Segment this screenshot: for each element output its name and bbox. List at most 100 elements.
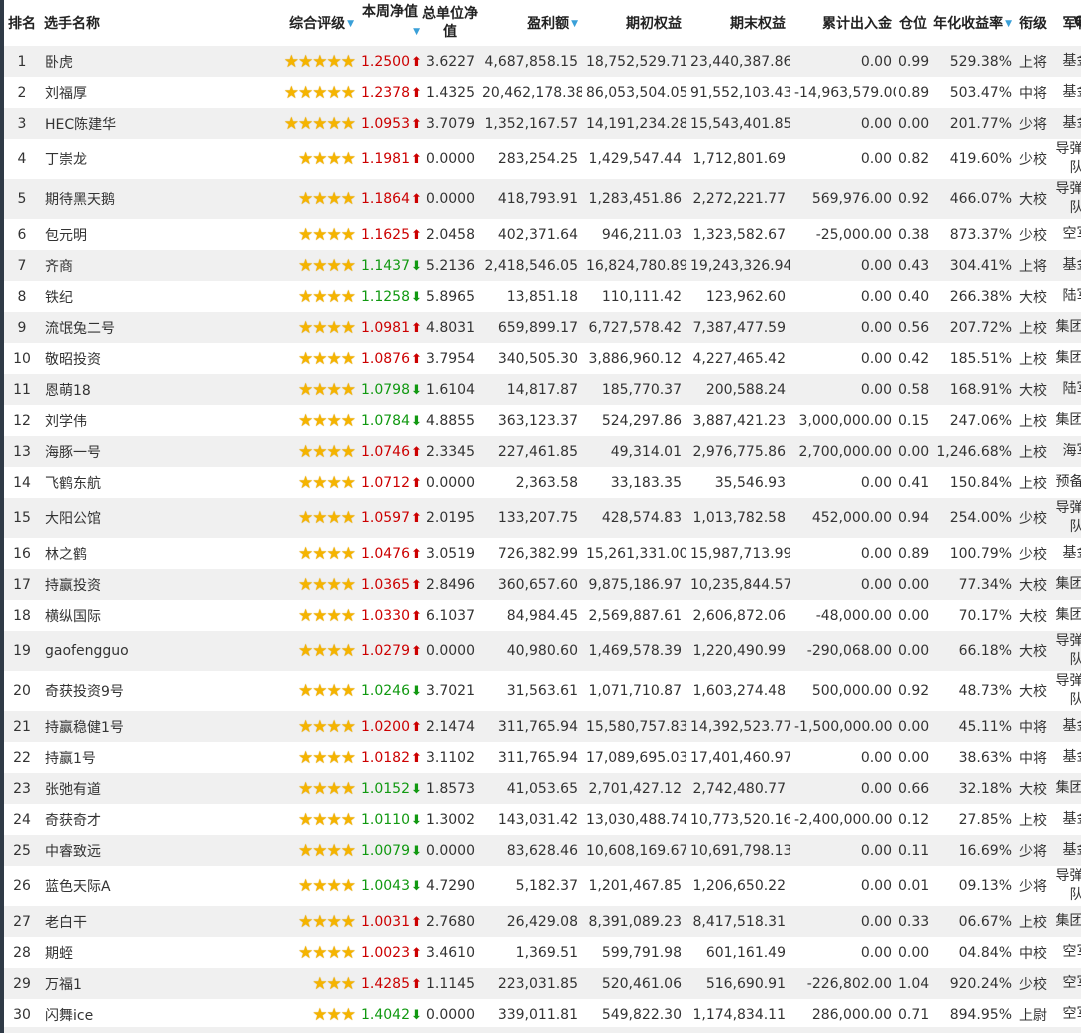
- sort-down-icon[interactable]: ▼: [1005, 19, 1012, 29]
- star-icon: ★: [312, 189, 327, 209]
- position-cell: 0.15: [898, 412, 930, 429]
- close-equity-cell: 91,552,103.43: [690, 84, 790, 101]
- player-name-link[interactable]: 蓝色天际A: [40, 866, 216, 906]
- table-row[interactable]: 5 期待黑天鹅 ★★★★ 1.1864⬆ 0.0000 418,793.91 1,283,4…: [4, 179, 1081, 219]
- star-icon: ★: [312, 82, 327, 103]
- header-profit[interactable]: 盈利额 ▼: [478, 0, 582, 46]
- player-name-link[interactable]: 齐商: [40, 250, 216, 281]
- player-name-link[interactable]: 奇获奇才: [40, 804, 216, 835]
- week-nav-cell: 1.0031⬆: [358, 906, 422, 937]
- star-icon: ★: [312, 348, 327, 369]
- player-name-link[interactable]: 丁崇龙: [40, 139, 216, 179]
- player-name-link[interactable]: 中睿致远: [40, 835, 216, 866]
- table-row[interactable]: 15 大阳公馆 ★★★★ 1.0597⬆ 2.0195 133,207.75 428,574…: [4, 498, 1081, 538]
- header-rank[interactable]: 排名: [4, 0, 40, 46]
- sort-down-icon[interactable]: ▼: [347, 19, 354, 29]
- player-name-link[interactable]: 流氓兔二号: [40, 312, 216, 343]
- player-name-link[interactable]: 恩萌18: [40, 374, 216, 405]
- rating-stars: ★★★★: [216, 835, 358, 866]
- table-row[interactable]: 7 齐商 ★★★★ 1.1437⬇ 5.2136 2,418,546.05 16,824,7…: [4, 250, 1081, 281]
- player-name-link[interactable]: 铁纪: [40, 281, 216, 312]
- rating-stars: ★★★★: [216, 742, 358, 773]
- table-row[interactable]: 19 gaofengguo ★★★★ 1.0279⬆ 0.0000 40,980.60 1,…: [4, 631, 1081, 671]
- star-icon: ★: [326, 1004, 342, 1025]
- table-row[interactable]: 13 海豚一号 ★★★★ 1.0746⬆ 2.3345 227,461.85 49,314.…: [4, 436, 1081, 467]
- header-open-equity[interactable]: 期初权益: [582, 0, 686, 46]
- sort-down-icon[interactable]: ▼: [571, 19, 578, 29]
- table-row[interactable]: 25 中睿致远 ★★★★ 1.0079⬇ 0.0000 83,628.46 10,608,1…: [4, 835, 1081, 866]
- table-row[interactable]: 8 铁纪 ★★★★ 1.1258⬇ 5.8965 13,851.18 110,111.42 1…: [4, 281, 1081, 312]
- table-row[interactable]: 1 卧虎 ★★★★★ 1.2500⬆ 3.6227 4,687,858.15 18,752,…: [4, 46, 1081, 77]
- arm-cell: 集团军: [1055, 412, 1081, 428]
- header-name[interactable]: 选手名称: [40, 0, 216, 46]
- player-name-link[interactable]: 刘福厚: [40, 77, 216, 108]
- table-row[interactable]: 26 蓝色天际A ★★★★ 1.0043⬇ 4.7290 5,182.37 1,201,46…: [4, 866, 1081, 906]
- sort-down-icon[interactable]: ▼: [362, 28, 422, 37]
- table-row[interactable]: 30 闪舞ice ★★★ 1.4042⬇ 0.0000 339,011.81 549,822…: [4, 999, 1081, 1030]
- table-row[interactable]: 28 期蛭 ★★★★ 1.0023⬆ 3.4610 1,369.51 599,791.98 6…: [4, 937, 1081, 968]
- header-rating[interactable]: 综合评级 ▼: [216, 0, 358, 46]
- table-row[interactable]: 23 张弛有道 ★★★★ 1.0152⬇ 1.8573 41,053.65 2,701,42…: [4, 773, 1081, 804]
- star-icon: ★: [312, 574, 327, 595]
- player-name-link[interactable]: 大阳公馆: [40, 498, 216, 538]
- player-name-link[interactable]: 卧虎: [40, 46, 216, 77]
- table-row[interactable]: 11 恩萌18 ★★★★ 1.0798⬇ 1.6104 14,817.87 185,770.…: [4, 374, 1081, 405]
- annual-return-cell: 06.67%: [958, 913, 1012, 930]
- header-close-equity[interactable]: 期末权益: [686, 0, 790, 46]
- arrow-up-icon: ⬆: [411, 945, 422, 961]
- player-name-link[interactable]: HEC陈建华: [40, 108, 216, 139]
- player-name-link[interactable]: 横纵国际: [40, 600, 216, 631]
- position-cell: 0.94: [898, 510, 930, 526]
- player-name-link[interactable]: 刘学伟: [40, 405, 216, 436]
- arrow-down-icon: ⬇: [411, 812, 422, 828]
- player-name-link[interactable]: 老白干: [40, 906, 216, 937]
- table-row[interactable]: 20 奇获投资9号 ★★★★ 1.0246⬇ 3.7021 31,563.61 1,071,…: [4, 671, 1081, 711]
- header-net-flow[interactable]: 累计出入金: [790, 0, 896, 46]
- table-row[interactable]: 2 刘福厚 ★★★★★ 1.2378⬆ 1.4325 20,462,178.38 86,05…: [4, 77, 1081, 108]
- open-equity-cell: 6,727,578.42: [588, 319, 682, 336]
- header-position[interactable]: 仓位: [896, 0, 930, 46]
- header-title[interactable]: 衔级: [1016, 0, 1050, 46]
- table-row[interactable]: 9 流氓兔二号 ★★★★ 1.0981⬆ 4.8031 659,899.17 6,727,5…: [4, 312, 1081, 343]
- player-name-link[interactable]: 包元明: [40, 219, 216, 250]
- player-name-link[interactable]: 林之鹤: [40, 538, 216, 569]
- player-name-link[interactable]: 敬昭投资: [40, 343, 216, 374]
- player-name-link[interactable]: 持赢投资: [40, 569, 216, 600]
- header-total-nav[interactable]: 总单位净值: [422, 0, 478, 46]
- table-row[interactable]: 4 丁崇龙 ★★★★ 1.1981⬆ 0.0000 283,254.25 1,429,547…: [4, 139, 1081, 179]
- player-name-link[interactable]: 期蛭: [40, 937, 216, 968]
- player-name-link[interactable]: 持赢1号: [40, 742, 216, 773]
- player-name-link[interactable]: 万福1: [40, 968, 216, 999]
- table-row[interactable]: 29 万福1 ★★★ 1.4285⬆ 1.1145 223,031.85 520,461.0…: [4, 968, 1081, 999]
- header-annual-return[interactable]: 年化收益率 ▼: [930, 0, 1016, 46]
- table-row[interactable]: 18 横纵国际 ★★★★ 1.0330⬆ 6.1037 84,984.45 2,569,88…: [4, 600, 1081, 631]
- table-row[interactable]: 14 飞鹤东航 ★★★★ 1.0712⬆ 0.0000 2,363.58 33,183.35…: [4, 467, 1081, 498]
- table-row[interactable]: 17 持赢投资 ★★★★ 1.0365⬆ 2.8496 360,657.60 9,875,1…: [4, 569, 1081, 600]
- player-name-link[interactable]: 飞鹤东航: [40, 467, 216, 498]
- player-name-link[interactable]: 期待黑天鹅: [40, 179, 216, 219]
- close-equity-cell: 2,976,775.86: [692, 443, 786, 460]
- table-row[interactable]: 16 林之鹤 ★★★★ 1.0476⬆ 3.0519 726,382.99 15,261,3…: [4, 538, 1081, 569]
- player-name-link[interactable]: 持赢稳健1号: [40, 711, 216, 742]
- table-row[interactable]: 24 奇获奇才 ★★★★ 1.0110⬇ 1.3002 143,031.42 13,030,…: [4, 804, 1081, 835]
- table-row[interactable]: 22 持赢1号 ★★★★ 1.0182⬆ 3.1102 311,765.94 17,089,…: [4, 742, 1081, 773]
- player-name-link[interactable]: 奇获投资9号: [40, 671, 216, 711]
- player-name-link[interactable]: gaofengguo: [40, 631, 216, 671]
- rank-cell: 16: [13, 545, 31, 562]
- table-row[interactable]: 6 包元明 ★★★★ 1.1625⬆ 2.0458 402,371.64 946,211.0…: [4, 219, 1081, 250]
- table-row[interactable]: 27 老白干 ★★★★ 1.0031⬆ 2.7680 26,429.08 8,391,089…: [4, 906, 1081, 937]
- player-name-link[interactable]: 海豚一号: [40, 436, 216, 467]
- close-equity-cell: 1,712,801.69: [692, 151, 786, 167]
- arrow-up-icon: ⬆: [411, 85, 422, 101]
- table-row[interactable]: 12 刘学伟 ★★★★ 1.0784⬇ 4.8855 363,123.37 524,297.…: [4, 405, 1081, 436]
- table-row[interactable]: 10 敬昭投资 ★★★★ 1.0876⬆ 3.7954 340,505.30 3,886,9…: [4, 343, 1081, 374]
- week-nav-value: 1.0712: [361, 474, 410, 491]
- position-cell: 0.92: [898, 683, 930, 699]
- total-nav-cell: 2.8496: [426, 576, 475, 593]
- table-row[interactable]: 3 HEC陈建华 ★★★★★ 1.0953⬆ 3.7079 1,352,167.57 14,…: [4, 108, 1081, 139]
- header-week-nav[interactable]: 本周净值 ▼: [358, 0, 422, 46]
- player-name-link[interactable]: 闪舞ice: [40, 999, 216, 1030]
- table-row[interactable]: 21 持赢稳健1号 ★★★★ 1.0200⬆ 2.1474 311,765.94 15,58…: [4, 711, 1081, 742]
- star-icon: ★: [340, 441, 356, 462]
- player-name-link[interactable]: 张弛有道: [40, 773, 216, 804]
